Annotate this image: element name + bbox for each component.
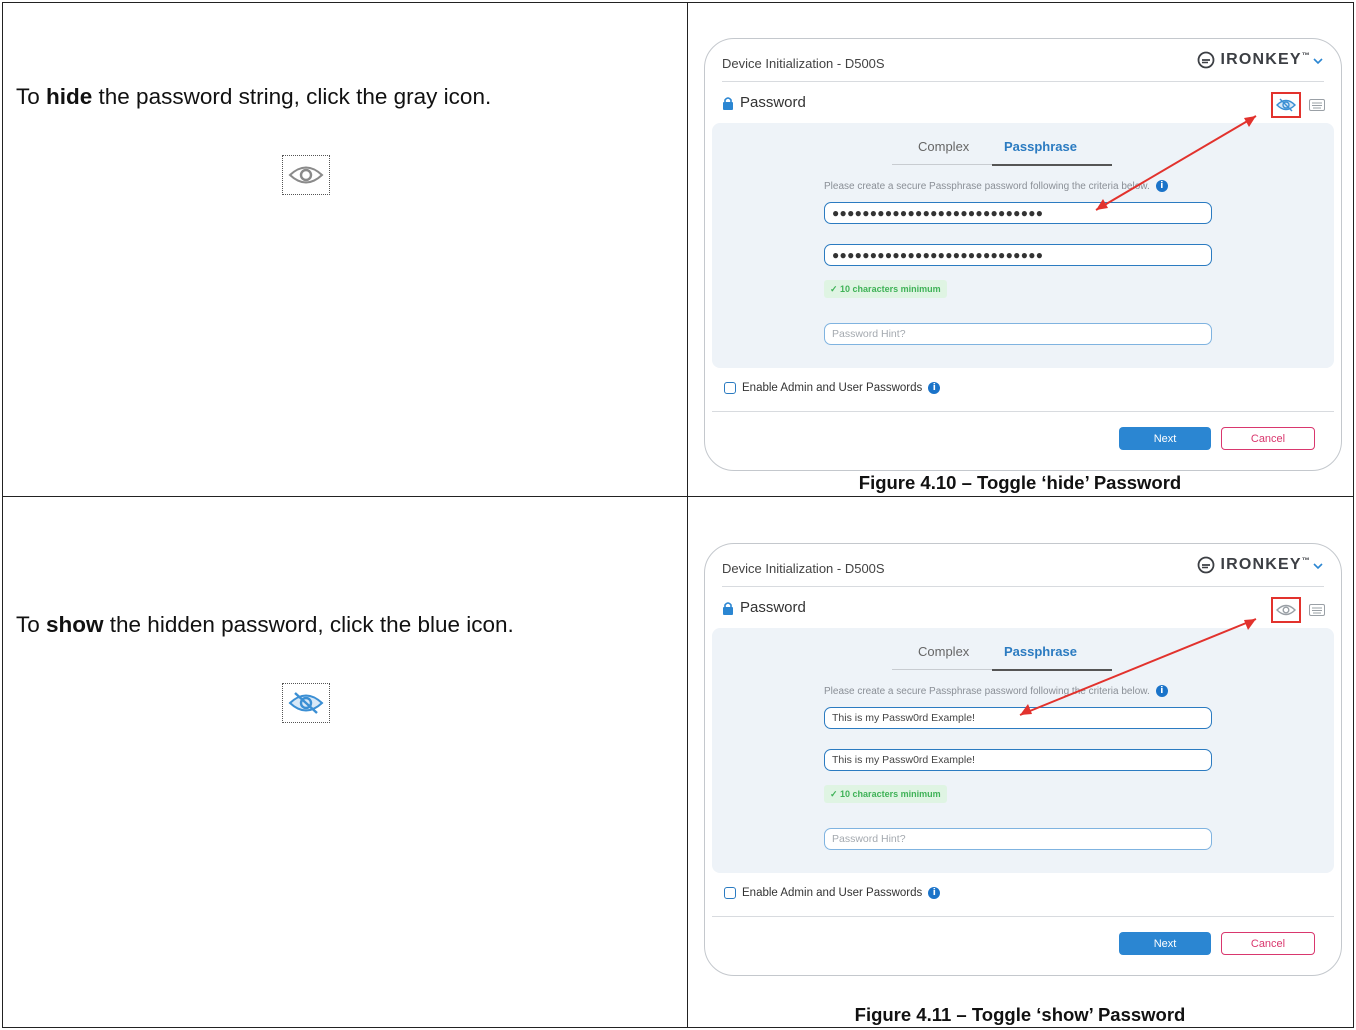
cancel-button[interactable]: Cancel (1221, 932, 1315, 955)
password-input[interactable]: This is my Passw0rd Example! (824, 707, 1212, 729)
eye-slash-icon (1276, 98, 1296, 112)
brand-name: IRONKEY (1220, 556, 1302, 573)
info-icon[interactable]: i (928, 382, 941, 394)
instruction-text: the hidden password, click the blue icon… (103, 612, 514, 637)
ironkey-logo-icon (1198, 556, 1215, 574)
next-button[interactable]: Next (1119, 932, 1211, 955)
next-button[interactable]: Next (1119, 427, 1211, 450)
password-criteria-hint: Please create a secure Passphrase passwo… (824, 685, 1168, 697)
requirement-badge: ✓ 10 characters minimum (824, 280, 947, 298)
admin-user-checkbox[interactable] (724, 382, 736, 394)
checkbox-label: Enable Admin and User Passwords (742, 887, 923, 899)
password-section-label: Password (740, 599, 806, 616)
admin-user-checkbox[interactable] (724, 887, 736, 899)
tab-complex[interactable]: Complex (918, 644, 969, 659)
dialog-screenshot-hide: Device Initialization - D500S IRONKEY™ P… (704, 38, 1342, 471)
tab-passphrase[interactable]: Passphrase (1004, 139, 1077, 154)
instruction-text: To (16, 84, 47, 109)
device-init-dialog: Device Initialization - D500S IRONKEY™ P… (704, 38, 1342, 471)
brand-logo: IRONKEY™ (1197, 556, 1311, 574)
confirm-password-input[interactable]: ●●●●●●●●●●●●●●●●●●●●●●●●●●●● (824, 244, 1212, 266)
checkbox-label: Enable Admin and User Passwords (742, 382, 923, 394)
chevron-down-icon[interactable] (1313, 563, 1323, 570)
toggle-password-visibility-button[interactable] (1271, 597, 1301, 623)
active-tab-indicator (992, 164, 1112, 166)
password-criteria-hint: Please create a secure Passphrase passwo… (824, 180, 1168, 192)
requirement-badge: ✓ 10 characters minimum (824, 785, 947, 803)
eye-slash-icon (282, 683, 330, 723)
instruction-text: the password string, click the gray icon… (92, 84, 492, 109)
table-column-divider (687, 3, 688, 1027)
toggle-password-visibility-button[interactable] (1271, 92, 1301, 118)
password-section-label: Password (740, 94, 806, 111)
admin-user-option[interactable]: Enable Admin and User Passwords i (724, 887, 941, 899)
keyboard-icon[interactable] (1309, 99, 1325, 111)
brand-logo: IRONKEY™ (1197, 51, 1311, 69)
footer-divider (712, 411, 1334, 412)
lock-icon (723, 601, 733, 615)
password-input[interactable]: ●●●●●●●●●●●●●●●●●●●●●●●●●●●● (824, 202, 1212, 224)
confirm-password-input[interactable]: This is my Passw0rd Example! (824, 749, 1212, 771)
password-section-header: Password (722, 94, 806, 111)
footer-divider (712, 916, 1334, 917)
title-divider (722, 81, 1324, 82)
instruction-hide: To hide the password string, click the g… (16, 84, 491, 110)
password-section-header: Password (722, 599, 806, 616)
dialog-screenshot-show: Device Initialization - D500S IRONKEY™ P… (704, 543, 1342, 976)
info-icon[interactable]: i (928, 887, 941, 899)
password-hint-input[interactable]: Password Hint? (824, 323, 1212, 345)
device-init-dialog: Device Initialization - D500S IRONKEY™ P… (704, 543, 1342, 976)
cancel-button[interactable]: Cancel (1221, 427, 1315, 450)
active-tab-indicator (992, 669, 1112, 671)
info-icon[interactable]: i (1155, 685, 1168, 697)
instruction-keyword: show (46, 612, 104, 637)
brand-name: IRONKEY (1220, 51, 1302, 68)
password-form-panel: Complex Passphrase Please create a secur… (712, 123, 1334, 368)
table-row-divider (3, 496, 1353, 497)
password-type-tabs: Complex Passphrase (892, 638, 1112, 671)
tab-passphrase[interactable]: Passphrase (1004, 644, 1077, 659)
criteria-text: Please create a secure Passphrase passwo… (824, 685, 1150, 697)
dialog-title: Device Initialization - D500S (722, 56, 885, 71)
ironkey-logo-icon (1198, 51, 1215, 69)
eye-icon (282, 155, 330, 195)
title-divider (722, 586, 1324, 587)
criteria-text: Please create a secure Passphrase passwo… (824, 180, 1150, 192)
password-form-panel: Complex Passphrase Please create a secur… (712, 628, 1334, 873)
admin-user-option[interactable]: Enable Admin and User Passwords i (724, 382, 941, 394)
dialog-title: Device Initialization - D500S (722, 561, 885, 576)
info-icon[interactable]: i (1155, 180, 1168, 192)
brand-trademark: ™ (1301, 51, 1311, 60)
password-type-tabs: Complex Passphrase (892, 133, 1112, 166)
brand-trademark: ™ (1301, 556, 1311, 565)
eye-icon (1276, 604, 1296, 616)
figure-caption-hide: Figure 4.10 – Toggle ‘hide’ Password (858, 472, 1182, 493)
keyboard-icon[interactable] (1309, 604, 1325, 616)
chevron-down-icon[interactable] (1313, 58, 1323, 65)
instruction-show: To show the hidden password, click the b… (16, 612, 514, 638)
instruction-text: To (16, 612, 47, 637)
password-hint-input[interactable]: Password Hint? (824, 828, 1212, 850)
lock-icon (723, 96, 733, 110)
instruction-keyword: hide (46, 84, 93, 109)
figure-caption-show: Figure 4.11 – Toggle ‘show’ Password (854, 1004, 1186, 1025)
tab-complex[interactable]: Complex (918, 139, 969, 154)
